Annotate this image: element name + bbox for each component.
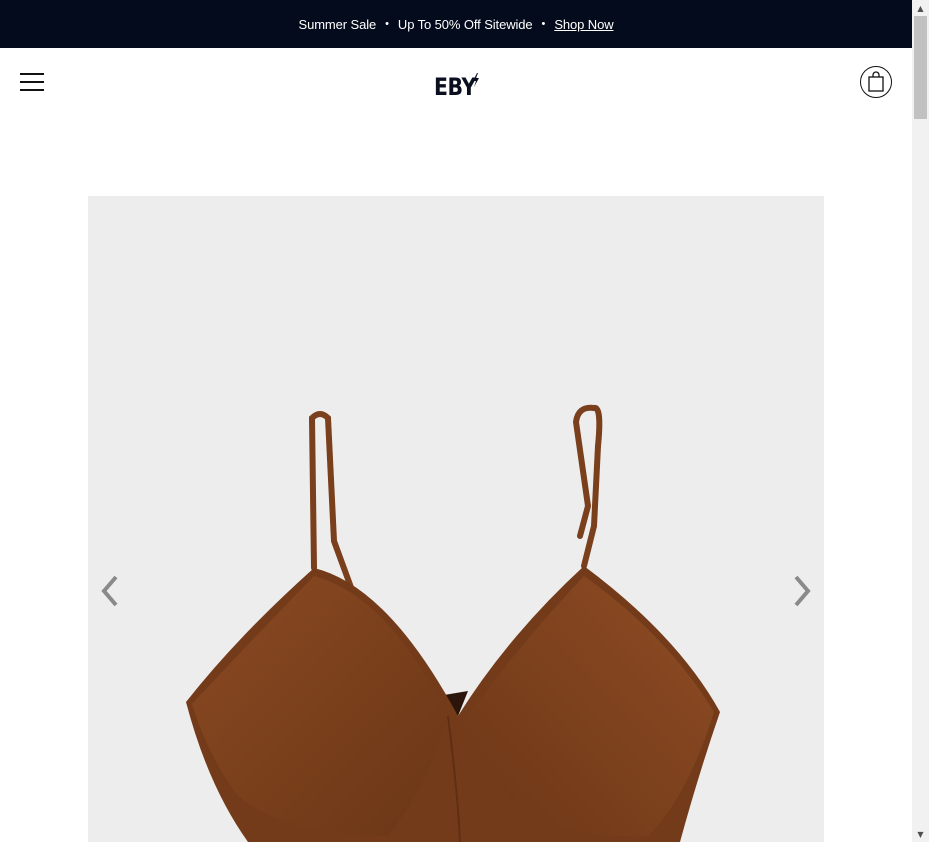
hamburger-menu-icon[interactable]	[20, 72, 44, 92]
shopping-bag-icon	[868, 71, 884, 92]
announcement-separator: •	[385, 18, 389, 30]
announcement-discount-text: Up To 50% Off Sitewide	[397, 16, 533, 32]
chevron-right-icon	[794, 575, 811, 607]
previous-image-button[interactable]	[98, 574, 122, 608]
shop-now-link[interactable]: Shop Now	[554, 17, 613, 32]
announcement-sale-text: Summer Sale	[298, 16, 377, 32]
page-scrollbar[interactable]: ▲ ▼	[912, 0, 929, 842]
scroll-up-icon[interactable]: ▲	[912, 0, 929, 16]
announcement-bar: Summer Sale • Up To 50% Off Sitewide • S…	[0, 0, 912, 48]
product-image	[186, 404, 720, 842]
scroll-down-icon[interactable]: ▼	[912, 826, 929, 842]
brand-logo[interactable]: EBY	[434, 73, 483, 103]
logo-text: EBY	[434, 73, 476, 101]
lightning-bolt-icon	[473, 73, 479, 87]
site-header: EBY	[0, 48, 912, 118]
chevron-left-icon	[101, 575, 118, 607]
scrollbar-thumb[interactable]	[914, 16, 927, 119]
announcement-separator-2: •	[541, 18, 546, 30]
cart-button[interactable]	[860, 66, 892, 98]
next-image-button[interactable]	[790, 574, 814, 608]
product-image-gallery[interactable]	[88, 196, 824, 842]
